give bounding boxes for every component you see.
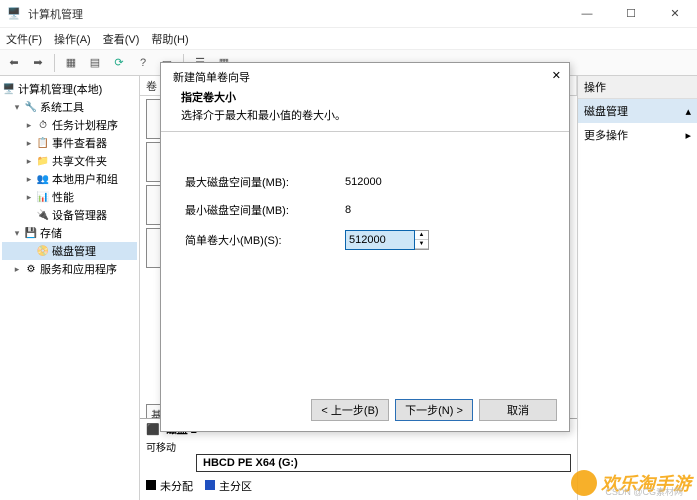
expand-icon[interactable]: ▸ (24, 174, 34, 185)
properties-icon[interactable]: ▤ (85, 53, 105, 73)
menu-view[interactable]: 查看(V) (103, 31, 140, 47)
legend-swatch-unallocated (146, 480, 156, 490)
title-bar: 🖥️ 计算机管理 — ☐ ✕ (0, 0, 697, 28)
menu-action[interactable]: 操作(A) (54, 31, 91, 47)
dialog-subheading: 选择介于最大和最小值的卷大小。 (181, 107, 549, 123)
tree-disk-management[interactable]: 磁盘管理 (52, 243, 96, 259)
chevron-right-icon: ▸ (685, 129, 691, 142)
window-title: 计算机管理 (28, 6, 83, 22)
expand-icon[interactable]: ▸ (24, 138, 34, 149)
tree-system-tools[interactable]: 系统工具 (40, 99, 84, 115)
services-icon: ⚙ (24, 262, 38, 276)
legend-primary: 主分区 (219, 481, 252, 493)
legend: 未分配 主分区 (140, 476, 577, 500)
back-button[interactable]: < 上一步(B) (311, 399, 389, 421)
spinner-down-icon[interactable]: ▼ (415, 240, 428, 249)
expand-icon[interactable]: ▸ (24, 120, 34, 131)
disk-icon: 📀 (36, 244, 50, 258)
dialog-heading: 指定卷大小 (181, 89, 549, 105)
legend-swatch-primary (205, 480, 215, 490)
event-icon: 📋 (36, 136, 50, 150)
actions-more[interactable]: 更多操作▸ (578, 123, 697, 147)
min-space-label: 最小磁盘空间量(MB): (185, 202, 345, 218)
max-space-value: 512000 (345, 176, 382, 188)
min-space-value: 8 (345, 204, 351, 216)
tree-local-users[interactable]: 本地用户和组 (52, 171, 118, 187)
collapse-icon[interactable]: ▾ (12, 102, 22, 113)
cancel-button[interactable]: 取消 (479, 399, 557, 421)
minimize-button[interactable]: — (565, 0, 609, 28)
tree-services[interactable]: 服务和应用程序 (40, 261, 117, 277)
app-icon: 🖥️ (6, 6, 22, 22)
disk-icon: ⬛ (146, 423, 160, 436)
tree-storage[interactable]: 存储 (40, 225, 62, 241)
close-icon[interactable]: ✕ (552, 69, 561, 85)
folder-icon: 📁 (36, 154, 50, 168)
spinner-up-icon[interactable]: ▲ (415, 231, 428, 240)
menu-file[interactable]: 文件(F) (6, 31, 42, 47)
computer-icon: 🖥️ (2, 82, 16, 96)
actions-disk-management[interactable]: 磁盘管理▴ (578, 99, 697, 123)
menu-bar: 文件(F) 操作(A) 查看(V) 帮助(H) (0, 28, 697, 50)
back-icon[interactable]: ⬅ (4, 53, 24, 73)
perf-icon: 📊 (36, 190, 50, 204)
tree-task-scheduler[interactable]: 任务计划程序 (52, 117, 118, 133)
users-icon: 👥 (36, 172, 50, 186)
forward-icon[interactable]: ➡ (28, 53, 48, 73)
nav-tree: 🖥️计算机管理(本地) ▾🔧系统工具 ▸⏱任务计划程序 ▸📋事件查看器 ▸📁共享… (0, 76, 140, 500)
tools-icon: 🔧 (24, 100, 38, 114)
tree-event-viewer[interactable]: 事件查看器 (52, 135, 107, 151)
device-icon: 🔌 (36, 208, 50, 222)
disk-type: 可移动 (140, 439, 577, 454)
expand-icon[interactable]: ▸ (12, 264, 22, 275)
menu-help[interactable]: 帮助(H) (151, 31, 188, 47)
actions-header: 操作 (578, 76, 697, 99)
tree-shared-folders[interactable]: 共享文件夹 (52, 153, 107, 169)
clock-icon: ⏱ (36, 118, 50, 132)
help-icon[interactable]: ? (133, 53, 153, 73)
volume-box[interactable]: HBCD PE X64 (G:) (196, 454, 571, 472)
expand-icon[interactable]: ▸ (24, 192, 34, 203)
dialog-title: 新建简单卷向导 (173, 69, 250, 85)
collapse-icon[interactable]: ▾ (12, 228, 22, 239)
legend-unallocated: 未分配 (160, 481, 193, 493)
volume-size-spinner: ▲ ▼ (345, 230, 429, 250)
tree-root[interactable]: 计算机管理(本地) (18, 81, 102, 97)
tree-performance[interactable]: 性能 (52, 189, 74, 205)
max-space-label: 最大磁盘空间量(MB): (185, 174, 345, 190)
refresh-icon[interactable]: ⟳ (109, 53, 129, 73)
close-button[interactable]: ✕ (653, 0, 697, 28)
actions-panel: 操作 磁盘管理▴ 更多操作▸ (577, 76, 697, 500)
new-simple-volume-wizard: 新建简单卷向导 ✕ 指定卷大小 选择介于最大和最小值的卷大小。 最大磁盘空间量(… (160, 62, 570, 432)
volume-size-label: 简单卷大小(MB)(S): (185, 232, 345, 248)
expand-icon[interactable]: ▸ (24, 156, 34, 167)
show-hide-icon[interactable]: ▦ (61, 53, 81, 73)
separator (54, 54, 55, 72)
volume-size-input[interactable] (345, 230, 415, 250)
tree-device-manager[interactable]: 设备管理器 (52, 207, 107, 223)
next-button[interactable]: 下一步(N) > (395, 399, 473, 421)
storage-icon: 💾 (24, 226, 38, 240)
maximize-button[interactable]: ☐ (609, 0, 653, 28)
chevron-up-icon: ▴ (685, 105, 691, 118)
